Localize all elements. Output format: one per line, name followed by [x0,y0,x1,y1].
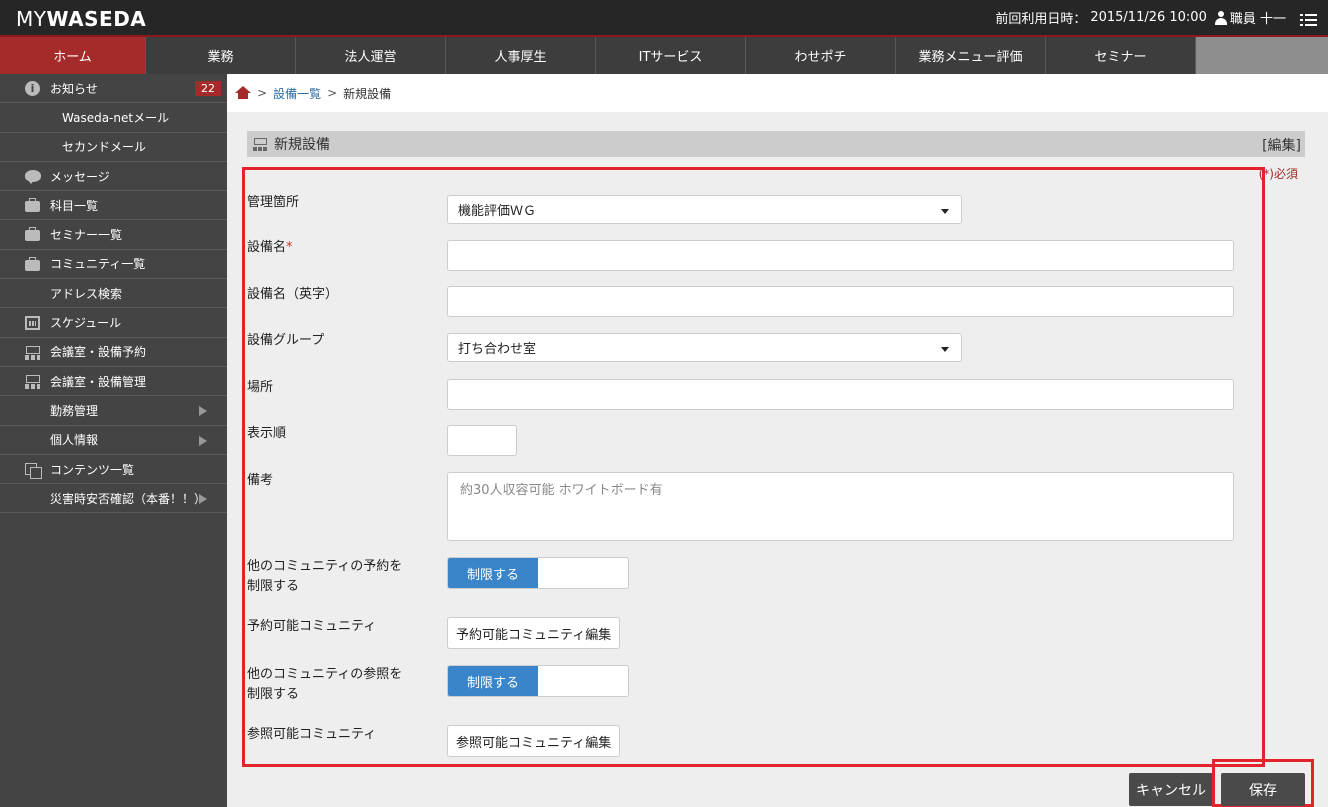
calendar-icon [25,316,40,331]
restrict-reserve-toggle[interactable]: 制限する [447,557,629,589]
sidebar-item-address-search[interactable]: アドレス検索 [0,279,227,309]
notice-count-badge: 22 [195,81,221,96]
notes-label: 備考 [247,473,274,488]
nav-corporate[interactable]: 法人運営 [296,37,446,74]
place-label: 場所 [247,380,274,395]
restrict-reserve-on[interactable]: 制限する [448,558,538,588]
notes-textarea[interactable] [447,472,1234,541]
sidebar-item-schedule[interactable]: スケジュール [0,308,227,338]
sidebar-item-room-manage[interactable]: 会議室・設備管理 [0,367,227,397]
top-header: MYWASEDA 前回利用日時： 2015/11/26 10:00 職員 十一 [0,0,1328,37]
home-icon[interactable] [235,86,251,100]
nav-seminar[interactable]: セミナー [1046,37,1196,74]
edit-link[interactable]: [編集] [1262,135,1301,155]
restrict-reserve-label: 他のコミュニティの予約を 制限する [247,559,403,594]
equipment-name-label: 設備名* [247,240,293,255]
speech-bubble-icon [25,169,41,184]
nav-home[interactable]: ホーム [0,37,146,74]
nav-it-services[interactable]: ITサービス [596,37,746,74]
briefcase-icon [25,256,40,271]
equipment-name-input[interactable] [447,240,1234,271]
breadcrumb: > 設備一覧 > 新規設備 [227,74,1328,112]
briefcase-icon [25,227,40,242]
equipment-group-select[interactable]: 打ち合わせ室 [447,333,962,362]
caret-down-icon [941,347,949,352]
sidebar-item-message[interactable]: メッセージ [0,162,227,192]
chevron-right-icon [199,494,207,505]
user-name[interactable]: 職員 十一 [1230,8,1286,27]
header-right: 前回利用日時： 2015/11/26 10:00 職員 十一 [995,0,1318,35]
meeting-room-icon [25,374,40,389]
sidebar-item-waseda-mail[interactable]: Waseda-netメール [0,103,227,133]
nav-wasepochi[interactable]: わせポチ [746,37,896,74]
equipment-name-en-label: 設備名（英字） [247,287,339,302]
restrict-view-on[interactable]: 制限する [448,666,538,696]
manage-location-select[interactable]: 機能評価ＷＧ [447,195,962,224]
chevron-right-icon [199,435,207,446]
breadcrumb-current: 新規設備 [343,86,392,101]
breadcrumb-equipment-list[interactable]: 設備一覧 [273,85,321,102]
sidebar-item-personal[interactable]: 個人情報 [0,426,227,455]
restrict-view-label: 他のコミュニティの参照を 制限する [247,667,403,702]
view-community-edit-button[interactable]: 参照可能コミュニティ編集 [447,725,621,757]
sidebar: i お知らせ 22 Waseda-netメール セカンドメール メッセージ 科目… [0,74,227,807]
save-button[interactable]: 保存 [1221,773,1305,806]
equipment-group-label: 設備グループ [247,333,325,348]
sidebar-item-seminars[interactable]: セミナー一覧 [0,220,227,250]
reserve-community-edit-button[interactable]: 予約可能コミュニティ編集 [447,617,621,649]
list-menu-icon[interactable] [1300,13,1318,28]
main-nav: ホーム 業務 法人運営 人事厚生 ITサービス わせポチ 業務メニュー評価 セミ… [0,37,1328,74]
info-icon: i [25,81,40,96]
last-login-value: 2015/11/26 10:00 [1090,10,1207,25]
briefcase-icon [25,198,40,213]
nav-menu-evaluation[interactable]: 業務メニュー評価 [896,37,1046,74]
section-header: 新規設備 [編集] [247,131,1305,157]
sidebar-item-communities[interactable]: コミュニティ一覧 [0,250,227,280]
view-community-label: 参照可能コミュニティ [247,727,377,742]
sidebar-item-second-mail[interactable]: セカンドメール [0,133,227,162]
user-icon [1214,10,1227,25]
nav-business[interactable]: 業務 [146,37,296,74]
display-order-label: 表示順 [247,426,287,441]
equipment-name-en-input[interactable] [447,286,1234,317]
sidebar-item-subjects[interactable]: 科目一覧 [0,191,227,221]
display-order-input[interactable] [447,425,517,456]
manage-location-label: 管理箇所 [247,195,300,210]
logo[interactable]: MYWASEDA [16,7,146,31]
nav-hr-welfare[interactable]: 人事厚生 [446,37,596,74]
chevron-right-icon [199,406,207,417]
cancel-button[interactable]: キャンセル [1129,773,1213,806]
sidebar-item-room-reserve[interactable]: 会議室・設備予約 [0,338,227,367]
section-title: 新規設備 [274,137,330,153]
sidebar-item-attendance[interactable]: 勤務管理 [0,396,227,426]
equipment-icon [253,137,268,151]
reserve-community-label: 予約可能コミュニティ [247,619,377,634]
meeting-room-icon [25,345,40,360]
sidebar-item-disaster[interactable]: 災害時安否確認（本番！！） [0,484,227,514]
sidebar-item-notice[interactable]: i お知らせ 22 [0,74,227,104]
last-login-label: 前回利用日時： [995,12,1087,27]
place-input[interactable] [447,379,1234,410]
main-content: > 設備一覧 > 新規設備 新規設備 [編集] (*)必須 管理箇所 機能評価Ｗ… [227,74,1328,807]
caret-down-icon [941,209,949,214]
contents-icon [25,462,42,479]
sidebar-item-contents[interactable]: コンテンツ一覧 [0,455,227,485]
restrict-view-toggle[interactable]: 制限する [447,665,629,697]
